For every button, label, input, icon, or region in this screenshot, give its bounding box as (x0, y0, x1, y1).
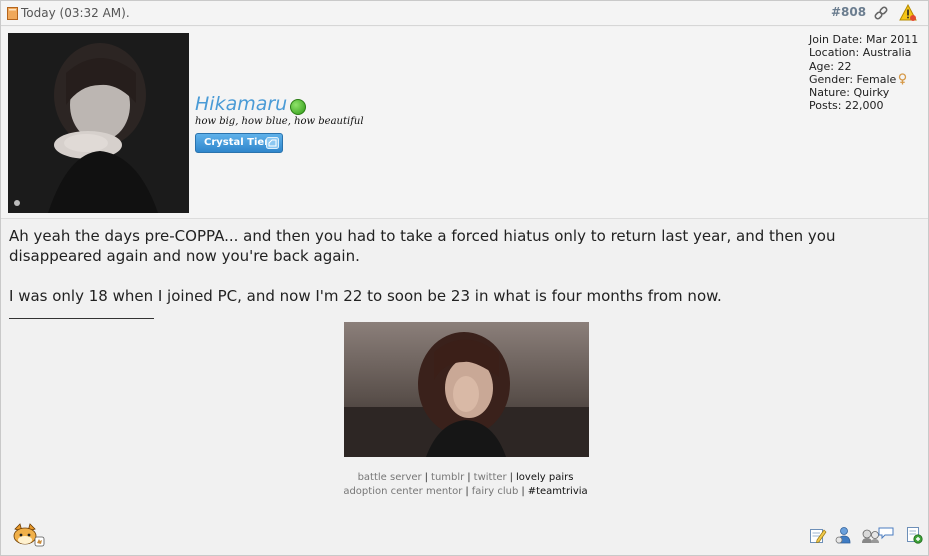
post-message: Ah yeah the days pre-COPPA... and then y… (9, 226, 924, 306)
signature-links-line-2: adoption center mentor | fairy club | #teamt… (1, 485, 929, 499)
pokemon-sprite-icon (13, 523, 45, 547)
report-warning-icon[interactable] (899, 4, 917, 22)
tumblr-link[interactable]: tumblr (431, 472, 464, 483)
avatar-image (8, 33, 189, 213)
signature-links-line-1: battle server | tumblr | twitter | lovely pair… (1, 471, 929, 485)
signature-divider (9, 318, 154, 319)
signature-photo (344, 322, 589, 457)
age: Age: 22 (809, 59, 852, 73)
user-profile-icon[interactable] (835, 526, 853, 544)
tier-gem-icon (266, 137, 279, 149)
signature-links: battle server | tumblr | twitter | lovely pair… (1, 471, 929, 499)
username-link[interactable]: Hikamaru (195, 93, 287, 115)
multiquote-icon[interactable] (861, 526, 895, 544)
adoption-center-mentor-link[interactable]: adoption center mentor (343, 486, 462, 497)
post-paragraph-1: Ah yeah the days pre-COPPA... and then y… (9, 227, 836, 265)
separator: | (521, 486, 525, 497)
tier-badge-label: Crystal Tier (204, 137, 270, 148)
user-info-panel: Hikamaru how big, how blue, how beautifu… (1, 27, 928, 219)
post-status-icon (7, 7, 18, 20)
user-stats: Join Date: Mar 2011 Location: Australia … (809, 33, 918, 113)
post-header: Today (03:32 AM). #808 (1, 1, 928, 26)
separator: | (467, 472, 471, 483)
female-symbol-icon (899, 73, 907, 85)
nature: Nature: Quirky (809, 86, 890, 100)
posts-count: Posts: 22,000 (809, 99, 884, 113)
teamtrivia-link[interactable]: #teamtrivia (528, 486, 588, 497)
post-container: Today (03:32 AM). #808 Hikamaru how big,… (0, 0, 929, 556)
tier-badge[interactable]: Crystal Tier (195, 133, 283, 153)
separator: | (465, 486, 469, 497)
separator: | (509, 472, 514, 483)
lovely-pairs-link[interactable]: lovely pairs (516, 472, 573, 483)
post-date: Today (03:32 AM). (21, 6, 130, 20)
link-icon[interactable] (873, 5, 889, 21)
location: Location: Australia (809, 46, 912, 60)
post-number-link[interactable]: #808 (831, 5, 866, 19)
avatar[interactable] (8, 33, 189, 213)
gender: Gender: Female (809, 72, 897, 86)
reply-quote-icon[interactable] (905, 526, 923, 544)
edit-icon[interactable] (809, 526, 827, 544)
battle-server-link[interactable]: battle server (358, 472, 422, 483)
join-date: Join Date: Mar 2011 (809, 33, 919, 46)
online-status-icon (290, 99, 306, 115)
gender-row: Gender: Female (809, 73, 918, 86)
twitter-link[interactable]: twitter (474, 472, 507, 483)
signature-image (344, 322, 589, 457)
user-title: how big, how blue, how beautiful (195, 116, 364, 127)
fairy-club-link[interactable]: fairy club (472, 486, 519, 497)
post-paragraph-2: I was only 18 when I joined PC, and now … (9, 287, 722, 305)
separator: | (424, 472, 429, 483)
